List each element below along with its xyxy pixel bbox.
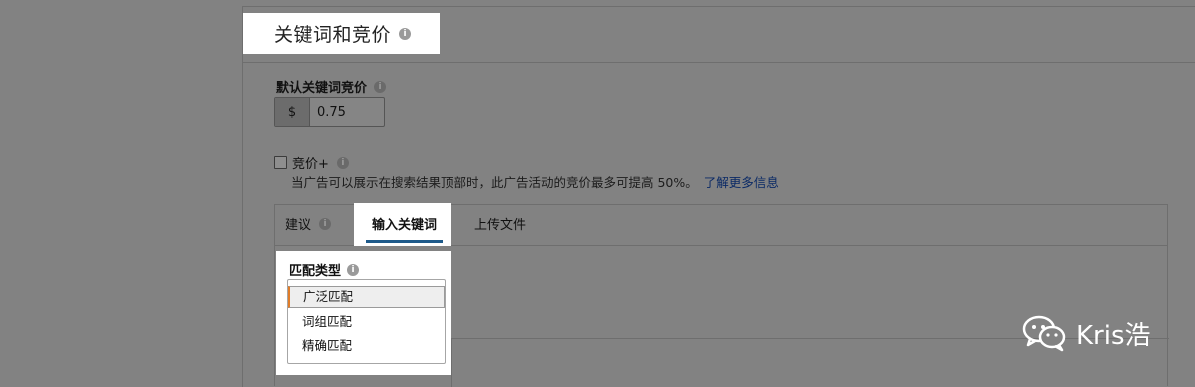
info-icon[interactable]: i (374, 80, 387, 93)
header-divider (243, 62, 1195, 63)
learn-more-link[interactable]: 了解更多信息 (704, 175, 779, 190)
bid-plus-description: 当广告可以展示在搜索结果顶部时，此广告活动的竞价最多可提高 50%。 (291, 175, 698, 190)
match-type-label-row: 匹配类型 i (289, 260, 360, 279)
section-title: 关键词和竞价 (274, 24, 392, 46)
watermark: Kris浩 (1022, 314, 1151, 352)
tab-enter-keywords[interactable]: 输入关键词 (366, 214, 443, 243)
bid-plus-checkbox[interactable] (274, 156, 287, 169)
tab-upload-file[interactable]: 上传文件 (474, 214, 526, 233)
wechat-icon (1022, 315, 1066, 352)
currency-prefix: $ (275, 98, 310, 126)
bid-plus-description-row: 当广告可以展示在搜索结果顶部时，此广告活动的竞价最多可提高 50%。 了解更多信息 (291, 172, 779, 191)
watermark-text: Kris浩 (1076, 320, 1151, 351)
default-bid-input[interactable]: $ 0.75 (274, 97, 385, 127)
tab-suggested-label: 建议 (285, 218, 312, 233)
default-bid-value[interactable]: 0.75 (310, 98, 346, 126)
section-header: 关键词和竞价 i (243, 13, 440, 54)
info-icon: i (319, 217, 332, 230)
match-type-label: 匹配类型 (289, 264, 342, 279)
bid-plus-row: 竞价+ i (274, 153, 349, 172)
default-bid-label-row: 默认关键词竞价 i (276, 77, 387, 96)
match-option-broad[interactable]: 广泛匹配 (288, 286, 445, 308)
bid-plus-label: 竞价+ (292, 157, 329, 172)
info-icon[interactable]: i (347, 263, 360, 276)
info-icon[interactable]: i (336, 156, 349, 169)
match-type-dropdown[interactable]: 广泛匹配 词组匹配 精确匹配 (287, 279, 446, 364)
default-bid-label: 默认关键词竞价 (276, 81, 368, 96)
match-option-phrase[interactable]: 词组匹配 (288, 311, 445, 333)
match-option-exact[interactable]: 精确匹配 (288, 335, 445, 357)
info-icon[interactable]: i (399, 27, 412, 40)
tab-suggested[interactable]: 建议 i (285, 214, 332, 233)
